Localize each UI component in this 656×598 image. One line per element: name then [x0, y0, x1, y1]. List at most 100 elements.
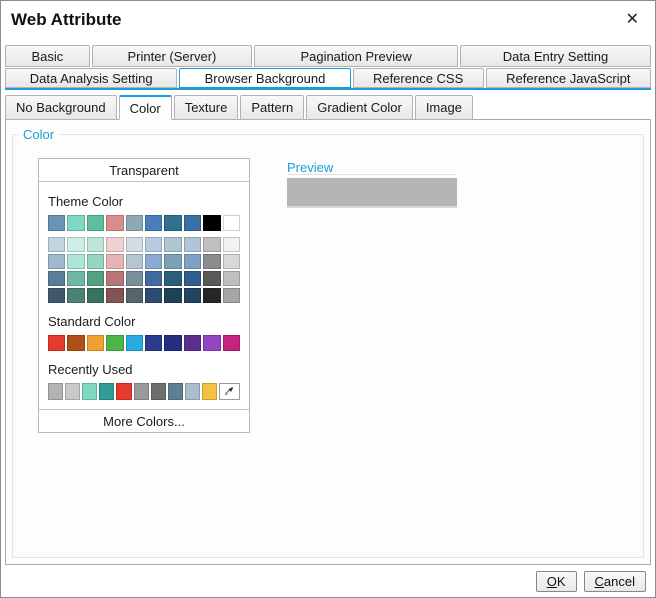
color-swatch[interactable] — [67, 215, 85, 231]
cancel-button[interactable]: Cancel — [583, 571, 646, 592]
main-tabs: Basic Printer (Server) Pagination Previe… — [1, 45, 655, 90]
color-swatch[interactable] — [125, 237, 143, 252]
theme-color-label: Theme Color — [48, 194, 124, 209]
color-swatch[interactable] — [164, 271, 182, 286]
footer-buttons: OK Cancel — [535, 571, 646, 592]
color-swatch[interactable] — [106, 271, 124, 286]
color-swatch[interactable] — [125, 288, 143, 303]
dialog-title: Web Attribute — [11, 10, 122, 29]
color-swatch[interactable] — [48, 215, 66, 231]
more-colors-button[interactable]: More Colors... — [39, 409, 249, 432]
color-swatch[interactable] — [125, 215, 143, 231]
color-swatch[interactable] — [48, 237, 66, 252]
color-palette-panel: Transparent Theme Color Standard Color R… — [38, 158, 250, 433]
main-tabs-row-1: Basic Printer (Server) Pagination Previe… — [5, 45, 652, 67]
color-swatch[interactable] — [86, 254, 105, 269]
color-swatch[interactable] — [222, 288, 240, 303]
color-swatch[interactable] — [125, 254, 143, 269]
color-swatch[interactable] — [86, 215, 105, 231]
color-swatch[interactable] — [167, 383, 183, 400]
color-swatch[interactable] — [183, 237, 202, 252]
tab-browser-background[interactable]: Browser Background — [179, 68, 351, 88]
color-swatch[interactable] — [164, 335, 182, 351]
color-swatch[interactable] — [48, 383, 64, 400]
color-swatch[interactable] — [48, 254, 66, 269]
color-swatch[interactable] — [67, 335, 85, 351]
color-swatch[interactable] — [82, 383, 98, 400]
color-swatch[interactable] — [99, 383, 115, 400]
preview-legend: Preview — [287, 160, 334, 175]
tab-data-entry-setting[interactable]: Data Entry Setting — [460, 45, 652, 67]
color-swatch[interactable] — [164, 237, 182, 252]
color-swatch[interactable] — [125, 335, 143, 351]
color-swatch[interactable] — [86, 288, 105, 303]
color-swatch[interactable] — [164, 254, 182, 269]
color-swatch[interactable] — [48, 288, 66, 303]
color-swatch[interactable] — [201, 383, 217, 400]
color-swatch[interactable] — [106, 254, 124, 269]
subtab-color[interactable]: Color — [118, 95, 172, 120]
color-swatch[interactable] — [67, 237, 85, 252]
color-swatch[interactable] — [203, 237, 221, 252]
ok-button[interactable]: OK — [535, 571, 577, 592]
color-swatch[interactable] — [164, 215, 182, 231]
color-swatch[interactable] — [116, 383, 132, 400]
color-swatch[interactable] — [67, 271, 85, 286]
background-subtabs: No Background Color Texture Pattern Grad… — [1, 95, 655, 120]
color-swatch[interactable] — [183, 215, 202, 231]
color-swatch[interactable] — [203, 254, 221, 269]
color-swatch[interactable] — [86, 335, 105, 351]
color-swatch[interactable] — [150, 383, 166, 400]
tab-basic[interactable]: Basic — [5, 45, 90, 67]
color-swatch[interactable] — [222, 237, 240, 252]
theme-variant-grid — [48, 237, 240, 303]
color-swatch[interactable] — [48, 335, 66, 351]
color-swatch[interactable] — [222, 335, 240, 351]
color-swatch[interactable] — [65, 383, 81, 400]
color-swatch[interactable] — [144, 335, 163, 351]
color-swatch[interactable] — [203, 335, 221, 351]
color-swatch[interactable] — [183, 288, 202, 303]
subtab-image[interactable]: Image — [414, 95, 473, 120]
color-swatch[interactable] — [222, 271, 240, 286]
transparent-button[interactable]: Transparent — [39, 159, 249, 182]
color-swatch[interactable] — [125, 271, 143, 286]
color-swatch[interactable] — [203, 215, 221, 231]
tab-reference-css[interactable]: Reference CSS — [352, 68, 484, 88]
color-swatch[interactable] — [144, 215, 163, 231]
color-swatch[interactable] — [144, 254, 163, 269]
color-swatch[interactable] — [203, 288, 221, 303]
color-swatch[interactable] — [133, 383, 149, 400]
color-swatch[interactable] — [222, 254, 240, 269]
color-swatch[interactable] — [106, 215, 124, 231]
color-swatch[interactable] — [67, 288, 85, 303]
color-swatch[interactable] — [86, 237, 105, 252]
color-swatch[interactable] — [203, 271, 221, 286]
tab-printer-server[interactable]: Printer (Server) — [91, 45, 253, 67]
color-swatch[interactable] — [183, 271, 202, 286]
color-swatch[interactable] — [48, 271, 66, 286]
color-swatch[interactable] — [222, 215, 240, 231]
tab-data-analysis-setting[interactable]: Data Analysis Setting — [5, 68, 178, 88]
subtab-texture[interactable]: Texture — [173, 95, 239, 120]
color-swatch[interactable] — [144, 288, 163, 303]
color-swatch[interactable] — [144, 237, 163, 252]
eyedropper-icon — [225, 387, 234, 396]
tab-pagination-preview[interactable]: Pagination Preview — [254, 45, 458, 67]
color-swatch[interactable] — [183, 254, 202, 269]
color-swatch[interactable] — [183, 335, 202, 351]
color-swatch[interactable] — [144, 271, 163, 286]
tab-reference-javascript[interactable]: Reference JavaScript — [485, 68, 652, 88]
color-swatch[interactable] — [106, 288, 124, 303]
close-icon[interactable]: ✕ — [624, 10, 641, 30]
subtab-no-background[interactable]: No Background — [5, 95, 117, 120]
color-swatch[interactable] — [164, 288, 182, 303]
subtab-pattern[interactable]: Pattern — [240, 95, 305, 120]
color-swatch[interactable] — [106, 237, 124, 252]
eyedropper-button[interactable] — [219, 383, 240, 400]
color-swatch[interactable] — [86, 271, 105, 286]
color-swatch[interactable] — [67, 254, 85, 269]
subtab-gradient-color[interactable]: Gradient Color — [306, 95, 413, 120]
color-swatch[interactable] — [106, 335, 124, 351]
color-swatch[interactable] — [184, 383, 200, 400]
